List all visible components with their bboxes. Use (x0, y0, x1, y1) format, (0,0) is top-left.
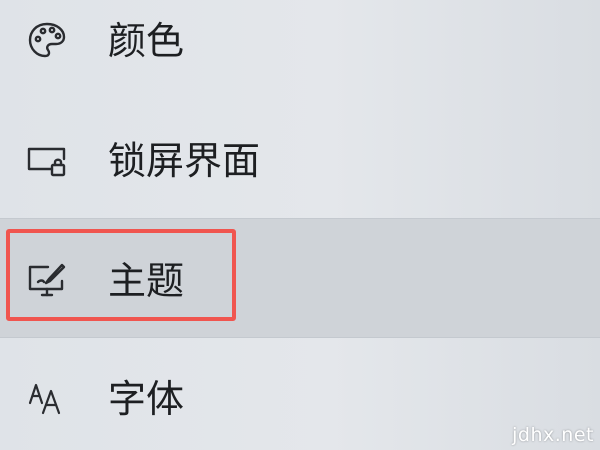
lock-screen-icon (24, 137, 70, 183)
palette-icon (24, 18, 70, 64)
font-icon (24, 375, 70, 421)
nav-item-lock-screen[interactable]: 锁屏界面 (0, 110, 600, 210)
settings-nav: 颜色 锁屏界面 主题 字体 (0, 0, 600, 450)
nav-item-label: 颜色 (108, 19, 185, 63)
watermark: jdhx.net (512, 424, 594, 446)
nav-item-label: 字体 (108, 377, 185, 421)
nav-item-colors[interactable]: 颜色 (0, 0, 600, 90)
nav-item-fonts[interactable]: 字体 (0, 345, 600, 450)
nav-item-label: 锁屏界面 (108, 139, 261, 183)
highlight-box (6, 229, 236, 321)
